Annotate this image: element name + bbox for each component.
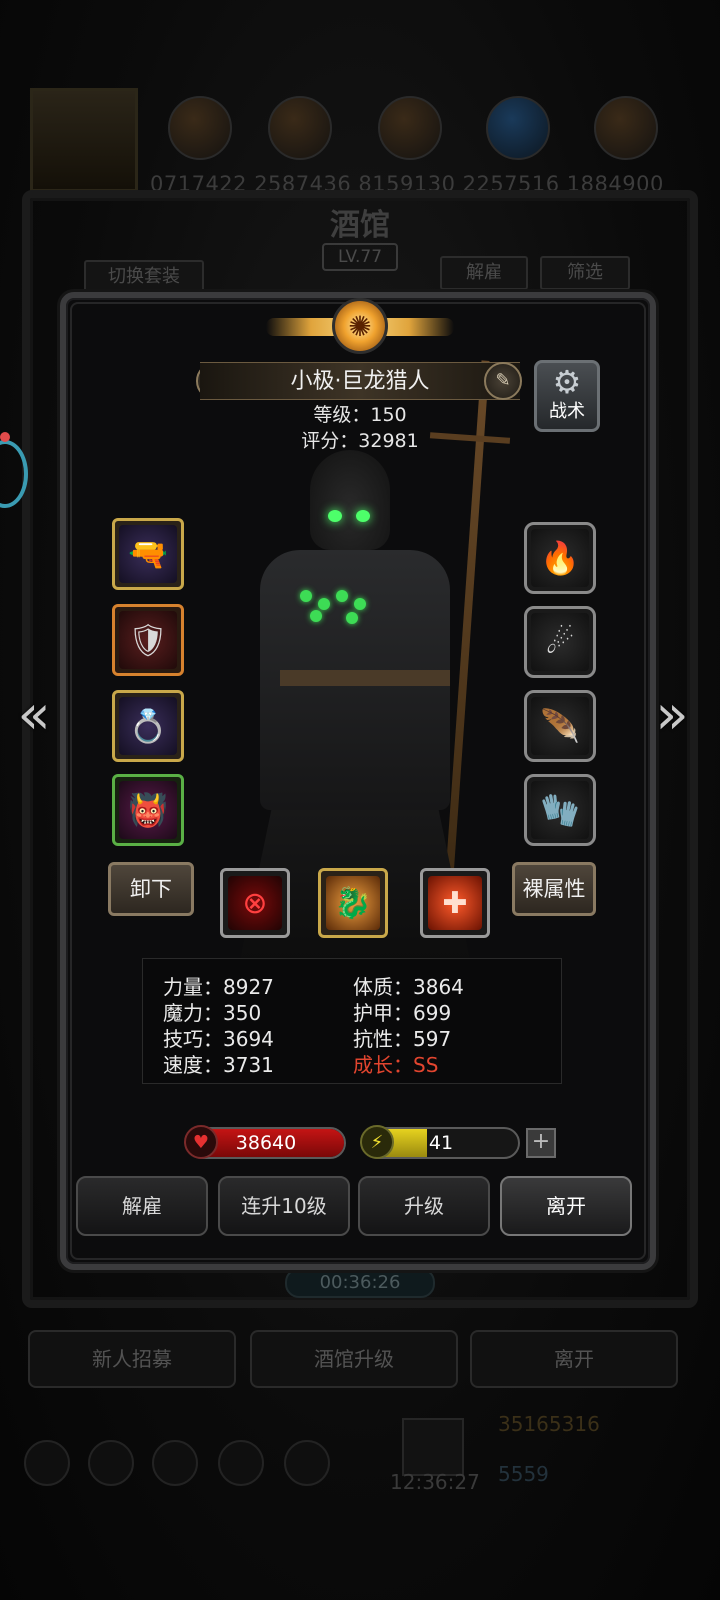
dismiss-button[interactable]: 解雇 [76, 1176, 208, 1236]
flame-orb-icon: ☄ [531, 613, 589, 671]
glowing-eye [356, 510, 370, 522]
switch-set-tab: 切换套装 [84, 260, 204, 294]
menu-icon [284, 1440, 330, 1486]
green-gem [346, 612, 358, 624]
tactics-button[interactable]: ⚙ 战术 [534, 360, 600, 432]
equipment-slot-relic[interactable]: 🔥 [524, 522, 596, 594]
equipment-slot-feather[interactable]: 🪶 [524, 690, 596, 762]
hero-level: 等级：150 [313, 404, 407, 426]
menu-icon [218, 1440, 264, 1486]
gold-amount: 35165316 [498, 1412, 600, 1436]
equipment-slot-weapon[interactable]: 🔫 [112, 518, 184, 590]
stat-magic: 魔力：350 [163, 1001, 262, 1025]
leave-tavern-button: 离开 [470, 1330, 678, 1388]
hero-name: 小极·巨龙猎人 [200, 362, 520, 400]
gear-icon: ⚙ [552, 363, 582, 401]
equipment-slot-orb[interactable]: ☄ [524, 606, 596, 678]
resource-orb-icon [486, 96, 550, 160]
resource-orb-icon [168, 96, 232, 160]
tavern-timer: 00:36:26 [285, 1268, 435, 1298]
crosshair-target-icon: ⊗ [228, 876, 282, 930]
upgrade-tavern-button: 酒馆升级 [250, 1330, 458, 1388]
tavern-level: LV.77 [322, 243, 398, 271]
green-gem [336, 590, 348, 602]
green-gem [300, 590, 312, 602]
stat-speed: 速度：3731 [163, 1053, 274, 1077]
hero-score: 评分：32981 [301, 430, 419, 452]
hero-belt [280, 670, 450, 686]
resource-orb-icon [378, 96, 442, 160]
gem-amount: 5559 [498, 1462, 549, 1486]
dismiss-tab: 解雇 [440, 256, 528, 290]
add-energy-button[interactable]: + [526, 1128, 556, 1158]
fire-relic-icon: 🔥 [531, 529, 589, 587]
filter-tab: 筛选 [540, 256, 630, 290]
level-up-10-button[interactable]: 连升10级 [218, 1176, 350, 1236]
skill-slot-2[interactable]: 🐉 [318, 868, 388, 938]
game-clock: 12:36:27 [390, 1470, 480, 1494]
skill-slot-1[interactable]: ⊗ [220, 868, 290, 938]
equipment-slot-gauntlet[interactable]: 🧤 [524, 774, 596, 846]
sun-emblem-icon: ✺ [332, 298, 388, 354]
stat-strength: 力量：8927 [163, 975, 274, 999]
stat-resistance: 抗性：597 [353, 1027, 452, 1051]
heart-icon: ♥ [184, 1125, 218, 1159]
pistol-icon: 🔫 [119, 525, 177, 583]
stat-constitution: 体质：3864 [353, 975, 464, 999]
hero-hood [310, 450, 390, 550]
panel-crest-emblem: ✺ [266, 298, 454, 362]
green-gem [310, 610, 322, 622]
feather-quill-icon: 🪶 [531, 697, 589, 755]
leave-button[interactable]: 离开 [500, 1176, 632, 1236]
menu-icon [152, 1440, 198, 1486]
dragon-strike-icon: 🐉 [326, 876, 380, 930]
previous-hero-arrow-icon[interactable]: « [8, 685, 60, 745]
glowing-eye [328, 510, 342, 522]
equipment-slot-ring[interactable]: 💍 [112, 690, 184, 762]
lightning-icon: ⚡ [360, 1125, 394, 1159]
tactics-label: 战术 [549, 401, 585, 422]
equipment-slot-armor[interactable]: 🛡 [112, 604, 184, 676]
tavern-title: 酒馆 [330, 208, 390, 243]
chest-armor-icon: 🛡 [119, 611, 177, 669]
hero-portrait-background [30, 88, 138, 192]
green-gem [354, 598, 366, 610]
stat-armor: 护甲：699 [353, 1001, 452, 1025]
skill-slot-3[interactable]: ✚ [420, 868, 490, 938]
menu-icon [88, 1440, 134, 1486]
green-gem [318, 598, 330, 610]
level-up-button[interactable]: 升级 [358, 1176, 490, 1236]
notification-dot [0, 432, 10, 442]
stat-skill: 技巧：3694 [163, 1027, 274, 1051]
menu-icon [24, 1440, 70, 1486]
attribute-stats-box: 力量：8927 体质：3864 魔力：350 护甲：699 技巧：3694 抗性… [142, 958, 562, 1084]
stat-growth: 成长：SS [353, 1053, 439, 1077]
gauntlet-icon: 🧤 [531, 781, 589, 839]
equipment-slot-helmet[interactable]: 👹 [112, 774, 184, 846]
edit-name-icon[interactable]: ✎ [484, 362, 522, 400]
unequip-button[interactable]: 卸下 [108, 862, 194, 916]
bare-stats-button[interactable]: 裸属性 [512, 862, 596, 916]
demon-helmet-icon: 👹 [119, 781, 177, 839]
resource-orb-icon [594, 96, 658, 160]
red-cross-heal-icon: ✚ [428, 876, 482, 930]
recruit-button: 新人招募 [28, 1330, 236, 1388]
ring-crown-icon: 💍 [119, 697, 177, 755]
resource-orb-icon [268, 96, 332, 160]
chest-icon [402, 1418, 464, 1476]
